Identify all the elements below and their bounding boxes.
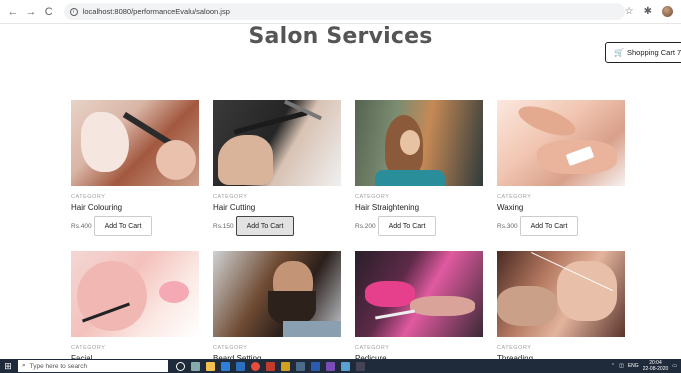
service-card-hair-cutting: CATEGORY Hair Cutting Rs.150 Add To Cart (213, 100, 341, 236)
category-label: CATEGORY (497, 194, 532, 200)
service-price: Rs.400 (71, 222, 92, 230)
service-image-hair-straightening (355, 100, 483, 186)
browser-window: ← → C i localhost:8080/performanceEvalu/… (0, 0, 681, 373)
cart-icon: 🛒 (614, 48, 624, 57)
add-to-cart-button[interactable]: Add To Cart (378, 216, 436, 236)
service-image-hair-colouring (71, 100, 199, 186)
shopping-cart-button[interactable]: 🛒 Shopping Cart 7 (605, 42, 681, 63)
app-icon-dark[interactable] (356, 361, 365, 371)
windows-taskbar: ⊞ ⌕ Type here to search ⌃ ◫ ENG 20:04 22… (0, 359, 681, 373)
category-label: CATEGORY (71, 345, 106, 351)
service-card-waxing: CATEGORY Waxing Rs.300 Add To Cart (497, 100, 625, 236)
windows-start-icon[interactable]: ⊞ (0, 359, 16, 373)
bookmark-star-icon[interactable]: ☆ (625, 6, 634, 17)
category-label: CATEGORY (355, 345, 390, 351)
app-icon-gear[interactable] (296, 361, 305, 371)
page-title: Salon Services (248, 24, 433, 49)
service-image-beard-setting (213, 251, 341, 337)
service-name: Hair Colouring (71, 203, 123, 212)
taskbar-clock[interactable]: 20:04 22-08-2020 (643, 360, 669, 372)
profile-avatar[interactable] (662, 6, 674, 17)
service-name: Waxing (497, 203, 524, 212)
cortana-icon[interactable] (176, 361, 185, 371)
file-explorer-icon[interactable] (206, 361, 215, 371)
word-icon[interactable] (311, 361, 320, 371)
service-name: Hair Cutting (213, 203, 256, 212)
add-to-cart-button[interactable]: Add To Cart (236, 216, 294, 236)
edge-icon[interactable] (221, 361, 230, 371)
browser-toolbar: ← → C i localhost:8080/performanceEvalu/… (0, 0, 681, 24)
app-icon-purple[interactable] (326, 361, 335, 371)
chrome-icon[interactable] (251, 361, 260, 371)
service-image-pedicure (355, 251, 483, 337)
taskbar-search-box[interactable]: ⌕ Type here to search (18, 360, 168, 372)
notification-icon[interactable]: ▭ (672, 363, 677, 369)
app-icon-red[interactable] (266, 361, 275, 371)
add-to-cart-button[interactable]: Add To Cart (94, 216, 152, 236)
category-label: CATEGORY (497, 345, 532, 351)
service-card-threading: CATEGORY Threading (497, 251, 625, 363)
add-to-cart-button[interactable]: Add To Cart (520, 216, 578, 236)
extensions-icon[interactable]: ✱ (644, 6, 652, 17)
category-label: CATEGORY (71, 194, 106, 200)
category-label: CATEGORY (355, 194, 390, 200)
service-price: Rs.150 (213, 222, 234, 230)
mail-icon[interactable] (236, 361, 245, 371)
category-label: CATEGORY (213, 194, 248, 200)
service-image-facial (71, 251, 199, 337)
app-icon-yellow[interactable] (281, 361, 290, 371)
system-tray: ⌃ ◫ ENG 20:04 22-08-2020 ▭ (611, 360, 677, 372)
service-card-hair-straightening: CATEGORY Hair Straightening Rs.200 Add T… (355, 100, 483, 236)
service-name: Hair Straightening (355, 203, 420, 212)
forward-icon[interactable]: → (24, 5, 38, 19)
language-indicator[interactable]: ENG (628, 363, 639, 369)
service-card-hair-colouring: CATEGORY Hair Colouring Rs.400 Add To Ca… (71, 100, 199, 236)
service-image-hair-cutting (213, 100, 341, 186)
service-image-waxing (497, 100, 625, 186)
info-icon[interactable]: i (69, 7, 78, 16)
reload-icon[interactable]: C (42, 5, 56, 19)
network-icon[interactable]: ◫ (619, 363, 624, 369)
service-card-facial: CATEGORY Facial (71, 251, 199, 363)
address-bar[interactable]: i localhost:8080/performanceEvalu/saloon… (63, 3, 625, 20)
taskbar-app-icons (176, 361, 365, 371)
search-icon: ⌕ (22, 362, 26, 369)
cart-label: Shopping Cart 7 (626, 48, 681, 57)
service-price: Rs.200 (355, 222, 376, 230)
service-price: Rs.300 (497, 222, 518, 230)
category-label: CATEGORY (213, 345, 248, 351)
service-card-pedicure: CATEGORY Pedicure (355, 251, 483, 363)
url-text: localhost:8080/performanceEvalu/saloon.j… (82, 7, 230, 16)
clock-date: 22-08-2020 (642, 366, 669, 372)
service-image-threading (497, 251, 625, 337)
service-card-beard-setting: CATEGORY Beard Setting (213, 251, 341, 363)
tray-up-arrow-icon[interactable]: ⌃ (611, 363, 615, 369)
back-icon[interactable]: ← (6, 5, 20, 19)
task-view-icon[interactable] (191, 361, 200, 371)
app-icon-blue[interactable] (341, 361, 350, 371)
taskbar-search-placeholder: Type here to search (29, 362, 88, 370)
